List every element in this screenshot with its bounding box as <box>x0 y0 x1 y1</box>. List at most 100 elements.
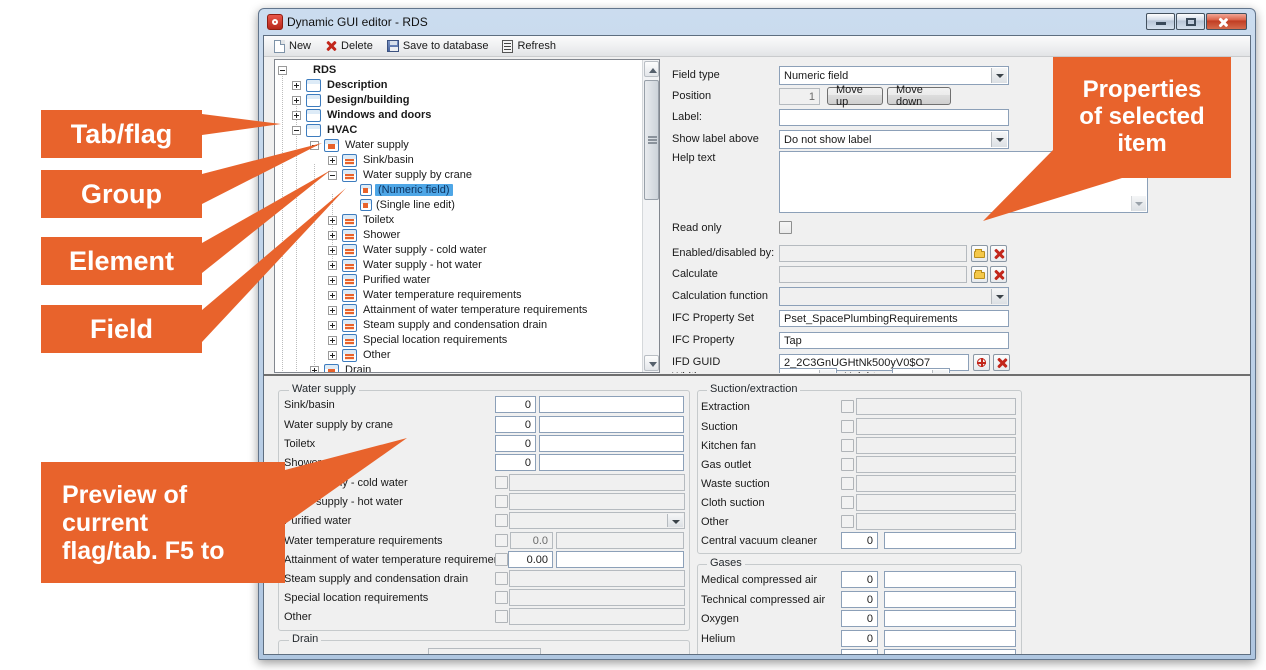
scrollbar-thumb[interactable] <box>644 80 659 200</box>
central-vacuum-number-input[interactable]: 0 <box>841 532 878 549</box>
helium-text-input[interactable] <box>884 630 1016 647</box>
waste-suction-checkbox[interactable] <box>841 477 854 490</box>
ifc-property-set-input[interactable]: Pset_SpacePlumbingRequirements <box>779 310 1009 327</box>
expand-expander-icon[interactable] <box>328 291 337 300</box>
extraction-checkbox[interactable] <box>841 400 854 413</box>
attainment-text-input[interactable] <box>556 551 684 568</box>
hot-water-checkbox[interactable] <box>495 495 508 508</box>
tree-node-hvac[interactable]: HVAC <box>275 123 659 138</box>
suction-other-checkbox[interactable] <box>841 515 854 528</box>
expand-expander-icon[interactable] <box>328 246 337 255</box>
minimize-button[interactable] <box>1146 13 1175 30</box>
medical-air-text-input[interactable] <box>884 571 1016 588</box>
expand-expander-icon[interactable] <box>292 96 301 105</box>
read-only-checkbox[interactable] <box>779 221 792 234</box>
enabled-disabled-by-input[interactable] <box>779 245 967 262</box>
delete-button[interactable]: Delete <box>321 39 379 53</box>
kitchen-fan-checkbox[interactable] <box>841 439 854 452</box>
ifc-property-input[interactable]: Tap <box>779 332 1009 349</box>
toiletx-number-input[interactable]: 0 <box>495 435 536 452</box>
tree-node-numeric-field[interactable]: (Numeric field) <box>275 183 659 198</box>
move-up-button[interactable]: Move up <box>827 87 883 105</box>
helium-number-input[interactable]: 0 <box>841 630 878 647</box>
collapse-expander-icon[interactable] <box>310 141 319 150</box>
tree-node-design-building[interactable]: Design/building <box>275 93 659 108</box>
attainment-checkbox[interactable] <box>495 553 508 566</box>
expand-expander-icon[interactable] <box>328 306 337 315</box>
pick-calculate-button[interactable] <box>971 266 988 283</box>
chevron-down-icon[interactable] <box>819 370 835 373</box>
pick-field-button[interactable] <box>971 245 988 262</box>
chevron-down-icon[interactable] <box>991 68 1007 83</box>
expand-expander-icon[interactable] <box>328 336 337 345</box>
tree-node-toiletx[interactable]: Toiletx <box>275 213 659 228</box>
tree-node-water-supply[interactable]: Water supply <box>275 138 659 153</box>
attainment-number-input[interactable]: 0.00 <box>508 551 553 568</box>
tree-node-cold-water[interactable]: Water supply - cold water <box>275 243 659 258</box>
scroll-down-icon[interactable] <box>644 355 659 371</box>
suction-checkbox[interactable] <box>841 420 854 433</box>
special-location-checkbox[interactable] <box>495 591 508 604</box>
label-input[interactable] <box>779 109 1009 126</box>
tree-node-purified-water[interactable]: Purified water <box>275 273 659 288</box>
splitter[interactable] <box>264 374 1250 376</box>
expand-expander-icon[interactable] <box>328 261 337 270</box>
cold-water-checkbox[interactable] <box>495 476 508 489</box>
scroll-down-icon[interactable] <box>1131 196 1146 211</box>
technical-air-number-input[interactable]: 0 <box>841 591 878 608</box>
tree-node-steam-supply[interactable]: Steam supply and condensation drain <box>275 318 659 333</box>
tree-node-hot-water[interactable]: Water supply - hot water <box>275 258 659 273</box>
water-temp-checkbox[interactable] <box>495 534 508 547</box>
crane-number-input[interactable]: 0 <box>495 416 536 433</box>
refresh-button[interactable]: Refresh <box>498 39 562 54</box>
tree-node-rds[interactable]: RDS <box>275 63 659 78</box>
maximize-button[interactable] <box>1176 13 1205 30</box>
tree-scrollbar[interactable] <box>642 60 659 372</box>
sink-basin-text-input[interactable] <box>539 396 684 413</box>
oxygen-number-input[interactable]: 0 <box>841 610 878 627</box>
steam-checkbox[interactable] <box>495 572 508 585</box>
collapse-expander-icon[interactable] <box>278 66 287 75</box>
tree-node-water-temp-req[interactable]: Water temperature requirements <box>275 288 659 303</box>
expand-expander-icon[interactable] <box>310 366 319 373</box>
toiletx-text-input[interactable] <box>539 435 684 452</box>
tree-node-windows-doors[interactable]: Windows and doors <box>275 108 659 123</box>
close-button[interactable] <box>1206 13 1247 30</box>
sink-basin-number-input[interactable]: 0 <box>495 396 536 413</box>
central-vacuum-text-input[interactable] <box>884 532 1016 549</box>
chevron-down-icon[interactable] <box>991 132 1007 147</box>
clear-ifd-guid-button[interactable] <box>993 354 1010 371</box>
save-to-database-button[interactable]: Save to database <box>383 39 495 53</box>
expand-expander-icon[interactable] <box>292 81 301 90</box>
height-combobox[interactable] <box>892 368 950 373</box>
expand-expander-icon[interactable] <box>328 216 337 225</box>
title-bar[interactable]: Dynamic GUI editor - RDS <box>259 9 1255 35</box>
tree-node-description[interactable]: Description <box>275 78 659 93</box>
width-combobox[interactable] <box>779 368 837 373</box>
clear-enabled-by-button[interactable] <box>990 245 1007 262</box>
purified-water-checkbox[interactable] <box>495 514 508 527</box>
medical-air-number-input[interactable]: 0 <box>841 571 878 588</box>
technical-air-text-input[interactable] <box>884 591 1016 608</box>
expand-expander-icon[interactable] <box>328 351 337 360</box>
tree-node-special-location[interactable]: Special location requirements <box>275 333 659 348</box>
expand-expander-icon[interactable] <box>328 276 337 285</box>
new-button[interactable]: New <box>270 39 317 54</box>
calculate-input[interactable] <box>779 266 967 283</box>
expand-expander-icon[interactable] <box>292 111 301 120</box>
ifd-lookup-button[interactable] <box>973 354 990 371</box>
chevron-down-icon[interactable] <box>932 370 948 373</box>
gas-outlet-checkbox[interactable] <box>841 458 854 471</box>
shower-text-input[interactable] <box>539 454 684 471</box>
tree-node-sink-basin[interactable]: Sink/basin <box>275 153 659 168</box>
field-type-combobox[interactable]: Numeric field <box>779 66 1009 85</box>
clear-calculate-button[interactable] <box>990 266 1007 283</box>
expand-expander-icon[interactable] <box>328 231 337 240</box>
calculation-function-combobox[interactable] <box>779 287 1009 306</box>
scroll-up-icon[interactable] <box>644 61 659 77</box>
tree-node-drain[interactable]: Drain <box>275 363 659 373</box>
tree-node-single-line-edit[interactable]: (Single line edit) <box>275 198 659 213</box>
expand-expander-icon[interactable] <box>328 156 337 165</box>
tree-node-other[interactable]: Other <box>275 348 659 363</box>
move-down-button[interactable]: Move down <box>887 87 951 105</box>
